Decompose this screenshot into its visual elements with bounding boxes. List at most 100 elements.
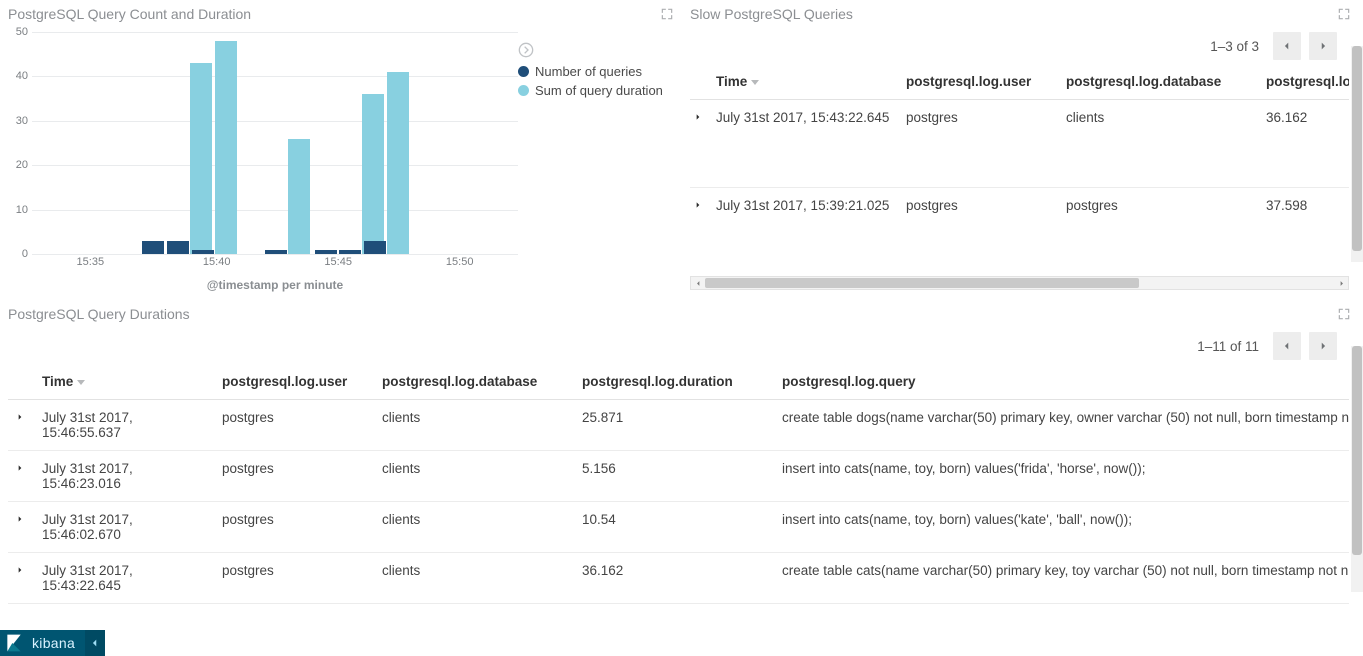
expand-icon[interactable]: [1337, 307, 1351, 321]
table-row[interactable]: July 31st 2017, 15:43:22.645postgresclie…: [8, 553, 1349, 604]
cell-dur: 36.162: [1266, 100, 1349, 188]
panel-query-durations: PostgreSQL Query Durations 1–11 of 11 Ti…: [0, 300, 1363, 630]
expand-icon[interactable]: [660, 7, 674, 21]
cell-user: postgres: [222, 553, 382, 604]
panel-query-count-duration: PostgreSQL Query Count and Duration 0102…: [0, 0, 682, 300]
column-header[interactable]: Time: [716, 66, 906, 100]
chart-bar[interactable]: [167, 241, 189, 254]
cell-dur: 25.871: [582, 400, 782, 451]
footer-collapse-button[interactable]: [85, 630, 105, 656]
legend-swatch-icon: [518, 66, 529, 77]
cell-db: clients: [382, 553, 582, 604]
vertical-scrollbar[interactable]: [1351, 46, 1363, 262]
query-durations-table: Timepostgresql.log.userpostgresql.log.da…: [8, 366, 1349, 616]
column-header[interactable]: postgresql.log.: [1266, 66, 1349, 100]
cell-db: clients: [382, 502, 582, 553]
cell-dur: 37.598: [1266, 188, 1349, 273]
chart-bar[interactable]: [215, 41, 237, 254]
scroll-left-icon[interactable]: [691, 277, 705, 289]
legend-item[interactable]: Number of queries: [518, 64, 668, 79]
column-header[interactable]: Time: [42, 366, 222, 400]
chart-bar[interactable]: [265, 250, 287, 254]
pager-prev-button[interactable]: [1273, 332, 1301, 360]
column-header[interactable]: postgresql.log.user: [906, 66, 1066, 100]
panel-title: PostgreSQL Query Durations: [8, 306, 190, 322]
pager-next-button[interactable]: [1309, 332, 1337, 360]
kibana-brand-label: kibana: [32, 635, 75, 651]
slow-queries-table: Timepostgresql.log.userpostgresql.log.da…: [690, 66, 1349, 272]
expand-row-button[interactable]: [8, 502, 42, 553]
cell-time: July 31st 2017, 15:46:02.670: [42, 502, 222, 553]
legend-label: Number of queries: [535, 64, 642, 79]
table-row[interactable]: July 31st 2017, 15:39:21.025postgrespost…: [690, 188, 1349, 273]
column-header[interactable]: postgresql.log.user: [222, 366, 382, 400]
cell-user: postgres: [222, 502, 382, 553]
scroll-right-icon[interactable]: [1334, 277, 1348, 289]
expand-row-button[interactable]: [8, 451, 42, 502]
chart-bar[interactable]: [339, 250, 361, 254]
cell-user: postgres: [906, 188, 1066, 273]
cell-db: clients: [382, 451, 582, 502]
x-tick-label: 15:50: [446, 256, 474, 268]
y-tick-label: 10: [8, 204, 28, 216]
chart-bar[interactable]: [364, 241, 386, 254]
cell-time: July 31st 2017, 15:43:22.645: [42, 553, 222, 604]
x-tick-label: 15:45: [324, 256, 352, 268]
cell-dur: 10.54: [582, 502, 782, 553]
cell-dur: 36.162: [582, 553, 782, 604]
column-header[interactable]: postgresql.log.database: [1066, 66, 1266, 100]
y-tick-label: 40: [8, 70, 28, 82]
table-row[interactable]: July 31st 2017, 15:46:23.016postgresclie…: [8, 451, 1349, 502]
expand-icon[interactable]: [1337, 7, 1351, 21]
cell-db: clients: [1066, 100, 1266, 188]
table-row[interactable]: July 31st 2017, 15:40:54.310postgresclie…: [8, 604, 1349, 617]
chart-bar[interactable]: [190, 63, 212, 254]
y-tick-label: 0: [8, 248, 28, 260]
cell-time: July 31st 2017, 15:46:55.637: [42, 400, 222, 451]
expand-row-button[interactable]: [8, 553, 42, 604]
sort-desc-icon: [751, 80, 759, 85]
cell-user: postgres: [222, 400, 382, 451]
legend-item[interactable]: Sum of query duration: [518, 83, 668, 98]
chart-bar[interactable]: [362, 94, 384, 254]
table-row[interactable]: July 31st 2017, 15:46:02.670postgresclie…: [8, 502, 1349, 553]
cell-db: postgres: [1066, 188, 1266, 273]
kibana-brand[interactable]: kibana: [0, 630, 85, 656]
cell-query: SELECT n.nspname as "Schema", c.relname …: [782, 604, 1349, 617]
table-row[interactable]: July 31st 2017, 15:43:22.645postgresclie…: [690, 100, 1349, 188]
table-row[interactable]: July 31st 2017, 15:46:55.637postgresclie…: [8, 400, 1349, 451]
chart-bar[interactable]: [192, 250, 214, 254]
vertical-scrollbar[interactable]: [1351, 346, 1363, 592]
y-tick-label: 30: [8, 115, 28, 127]
cell-user: postgres: [222, 604, 382, 617]
pager-status: 1–11 of 11: [1197, 339, 1259, 354]
cell-query: create table cats(name varchar(50) prima…: [782, 553, 1349, 604]
cell-dur: 26.082: [582, 604, 782, 617]
chart-bar[interactable]: [387, 72, 409, 254]
panel-title: PostgreSQL Query Count and Duration: [8, 6, 251, 22]
column-header[interactable]: postgresql.log.duration: [582, 366, 782, 400]
legend-collapse-icon[interactable]: [518, 42, 534, 58]
expand-row-button[interactable]: [690, 100, 716, 188]
column-header[interactable]: postgresql.log.database: [382, 366, 582, 400]
cell-time: July 31st 2017, 15:43:22.645: [716, 100, 906, 188]
chart-bar[interactable]: [288, 139, 310, 254]
expand-row-button[interactable]: [690, 188, 716, 273]
pager-status: 1–3 of 3: [1210, 39, 1259, 54]
horizontal-scrollbar[interactable]: [690, 276, 1349, 290]
x-tick-label: 15:35: [77, 256, 105, 268]
legend-label: Sum of query duration: [535, 83, 663, 98]
bar-chart[interactable]: 01020304050 15:3515:4015:4515:50 @timest…: [8, 22, 518, 294]
expand-row-button[interactable]: [8, 400, 42, 451]
chart-bar[interactable]: [315, 250, 337, 254]
chart-bar[interactable]: [142, 241, 164, 254]
cell-query: insert into cats(name, toy, born) values…: [782, 451, 1349, 502]
cell-time: July 31st 2017, 15:40:54.310: [42, 604, 222, 617]
pager-prev-button[interactable]: [1273, 32, 1301, 60]
expand-row-button[interactable]: [8, 604, 42, 617]
panel-title: Slow PostgreSQL Queries: [690, 6, 853, 22]
cell-time: July 31st 2017, 15:39:21.025: [716, 188, 906, 273]
cell-user: postgres: [906, 100, 1066, 188]
pager-next-button[interactable]: [1309, 32, 1337, 60]
column-header[interactable]: postgresql.log.query: [782, 366, 1349, 400]
